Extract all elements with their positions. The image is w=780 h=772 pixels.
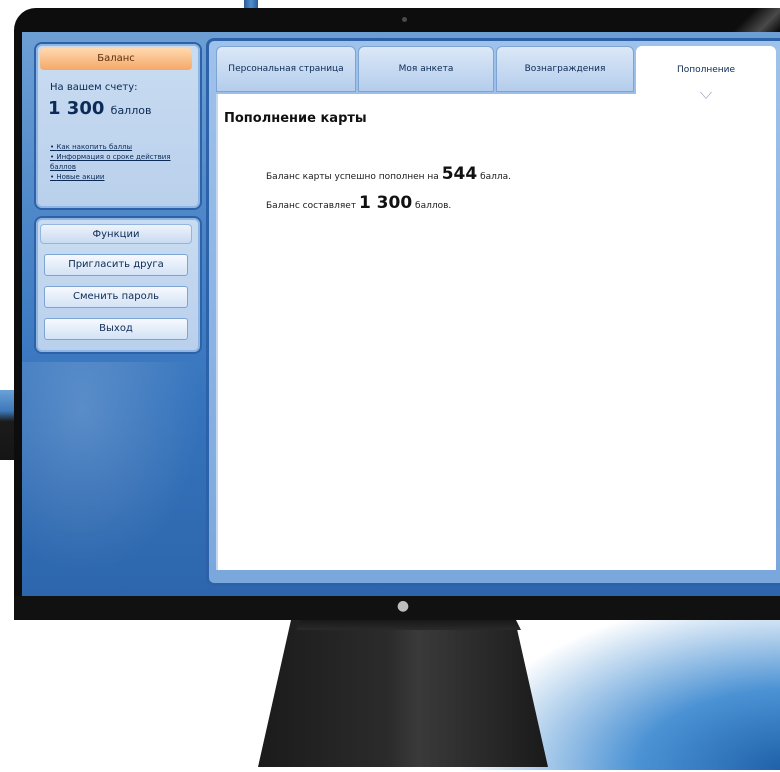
balance-summary-amount: 1 300 bbox=[358, 193, 413, 213]
tab-top-up[interactable]: Пополнение bbox=[636, 46, 776, 94]
balance-summary-text: Баланс составляет bbox=[266, 201, 357, 211]
link-how-to-earn[interactable]: • Как накопить баллы bbox=[50, 142, 190, 152]
link-expiry-info[interactable]: • Информация о сроке действия баллов bbox=[50, 152, 190, 172]
balance-unit: баллов bbox=[110, 104, 152, 117]
balance-summary-suffix: баллов. bbox=[415, 201, 452, 211]
camera-dot bbox=[402, 17, 407, 22]
tab-personal-page[interactable]: Персональная страница bbox=[216, 46, 356, 92]
functions-panel: Функции Пригласить друга Сменить пароль … bbox=[34, 216, 202, 354]
page-title: Пополнение карты bbox=[224, 111, 367, 126]
topup-message-text: Баланс карты успешно пополнен на bbox=[266, 172, 439, 182]
balance-amount: 1 300 баллов bbox=[48, 98, 151, 119]
link-new-promos[interactable]: • Новые акции bbox=[50, 172, 190, 182]
topup-message-suffix: балла. bbox=[480, 172, 512, 182]
balance-caption: На вашем счету: bbox=[50, 82, 138, 93]
topup-amount: 544 bbox=[441, 164, 478, 184]
balance-links: • Как накопить баллы • Информация о срок… bbox=[50, 142, 190, 182]
change-password-button[interactable]: Сменить пароль bbox=[44, 286, 188, 308]
balance-value: 1 300 bbox=[48, 98, 105, 119]
balance-panel: Баланс На вашем счету: 1 300 баллов • Ка… bbox=[34, 42, 202, 210]
logout-button[interactable]: Выход bbox=[44, 318, 188, 340]
tab-rewards[interactable]: Вознаграждения bbox=[496, 46, 634, 92]
active-tab-pointer bbox=[700, 92, 712, 99]
invite-friend-button[interactable]: Пригласить друга bbox=[44, 254, 188, 276]
tab-my-profile[interactable]: Моя анкета bbox=[358, 46, 494, 92]
functions-header: Функции bbox=[40, 224, 192, 244]
balance-header: Баланс bbox=[40, 48, 192, 70]
balance-summary-message: Баланс составляет 1 300 баллов. bbox=[266, 193, 451, 213]
apple-logo-icon: ● bbox=[396, 598, 410, 614]
monitor-stand bbox=[258, 612, 548, 767]
topup-success-message: Баланс карты успешно пополнен на 544 бал… bbox=[266, 164, 511, 184]
